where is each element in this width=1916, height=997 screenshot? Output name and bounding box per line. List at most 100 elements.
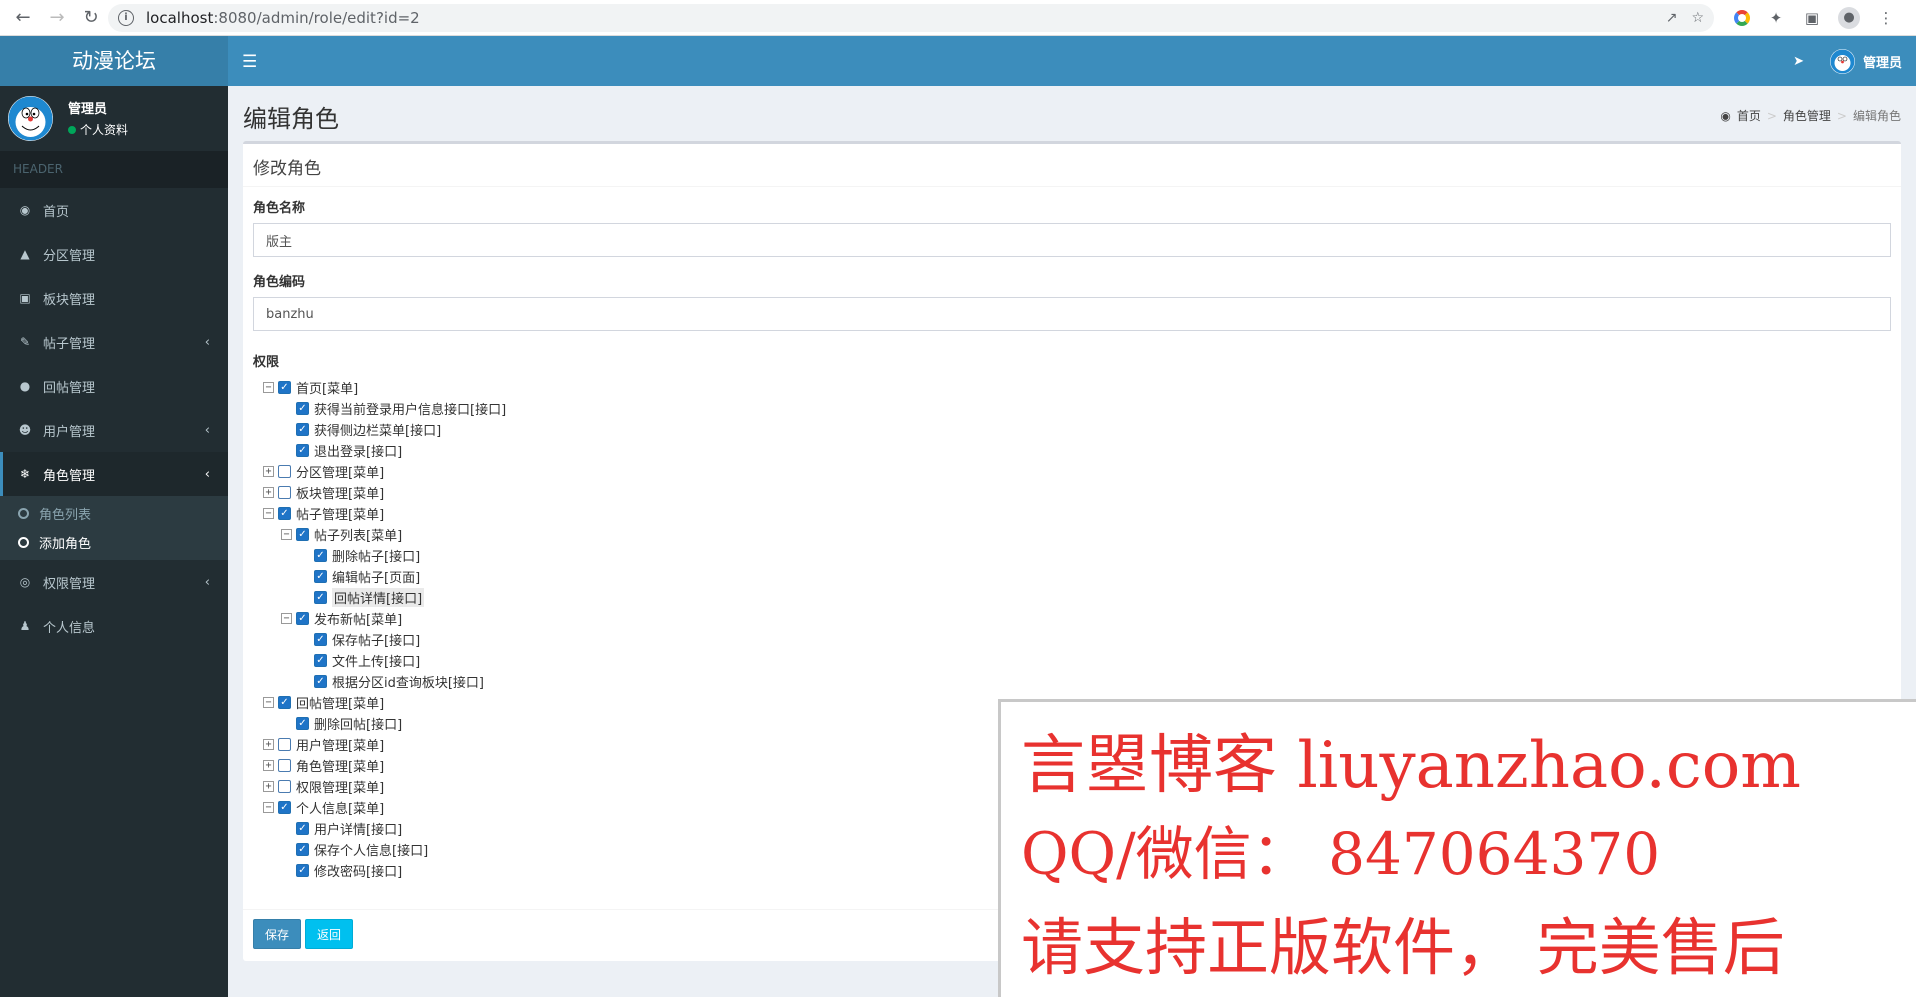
save-button[interactable]: 保存 bbox=[253, 919, 302, 949]
tree-node[interactable]: ✓ 获得当前登录用户信息接口[接口] bbox=[263, 398, 1891, 419]
checkbox-checked-icon[interactable]: ✓ bbox=[278, 801, 291, 814]
tree-node-label[interactable]: 权限管理[菜单] bbox=[296, 777, 384, 796]
checkbox-checked-icon[interactable]: ✓ bbox=[296, 843, 309, 856]
tree-node-label[interactable]: 帖子列表[菜单] bbox=[314, 525, 402, 544]
back-icon[interactable]: ← bbox=[12, 7, 34, 29]
user-profile-link[interactable]: 个人资料 bbox=[68, 121, 128, 138]
tree-node-label[interactable]: 帖子管理[菜单] bbox=[296, 504, 384, 523]
expand-icon[interactable]: + bbox=[263, 466, 274, 477]
checkbox-unchecked-icon[interactable] bbox=[278, 486, 291, 499]
tree-node-label[interactable]: 删除帖子[接口] bbox=[332, 546, 420, 565]
breadcrumb-home[interactable]: 首页 bbox=[1737, 107, 1761, 124]
sidebar-item-profile[interactable]: ♟ 个人信息 bbox=[0, 604, 228, 648]
checkbox-checked-icon[interactable]: ✓ bbox=[314, 633, 327, 646]
sidepanel-icon[interactable]: ▣ bbox=[1802, 8, 1822, 28]
checkbox-checked-icon[interactable]: ✓ bbox=[314, 549, 327, 562]
forward-icon[interactable]: → bbox=[46, 7, 68, 29]
checkbox-checked-icon[interactable]: ✓ bbox=[314, 675, 327, 688]
checkbox-checked-icon[interactable]: ✓ bbox=[296, 402, 309, 415]
reload-icon[interactable]: ↻ bbox=[80, 7, 102, 29]
tree-node-label[interactable]: 回帖管理[菜单] bbox=[296, 693, 384, 712]
sidebar-subitem-role-list[interactable]: 角色列表 bbox=[0, 499, 228, 528]
tree-node[interactable]: ✓ 文件上传[接口] bbox=[263, 650, 1891, 671]
share-icon[interactable]: ↗ bbox=[1666, 10, 1678, 26]
checkbox-unchecked-icon[interactable] bbox=[278, 759, 291, 772]
tree-node-label[interactable]: 根据分区id查询板块[接口] bbox=[332, 672, 484, 691]
tree-node-label[interactable]: 个人信息[菜单] bbox=[296, 798, 384, 817]
tree-node[interactable]: − ✓ 帖子管理[菜单] bbox=[263, 503, 1891, 524]
profile-avatar-icon[interactable]: ● bbox=[1838, 7, 1860, 29]
sidebar-item-boards[interactable]: ▣ 板块管理 bbox=[0, 276, 228, 320]
checkbox-checked-icon[interactable]: ✓ bbox=[314, 570, 327, 583]
tree-node[interactable]: ✓ 根据分区id查询板块[接口] bbox=[263, 671, 1891, 692]
checkbox-checked-icon[interactable]: ✓ bbox=[278, 507, 291, 520]
tree-node[interactable]: ✓ 保存帖子[接口] bbox=[263, 629, 1891, 650]
sidebar-item-home[interactable]: ◉ 首页 bbox=[0, 188, 228, 232]
tree-node-label[interactable]: 保存帖子[接口] bbox=[332, 630, 420, 649]
checkbox-unchecked-icon[interactable] bbox=[278, 738, 291, 751]
checkbox-checked-icon[interactable]: ✓ bbox=[296, 717, 309, 730]
tree-node-label[interactable]: 用户详情[接口] bbox=[314, 819, 402, 838]
expand-icon[interactable]: + bbox=[263, 781, 274, 792]
tree-node-label[interactable]: 文件上传[接口] bbox=[332, 651, 420, 670]
checkbox-checked-icon[interactable]: ✓ bbox=[314, 654, 327, 667]
expand-icon[interactable]: + bbox=[263, 760, 274, 771]
tree-node-label[interactable]: 获得当前登录用户信息接口[接口] bbox=[314, 399, 506, 418]
checkbox-checked-icon[interactable]: ✓ bbox=[296, 423, 309, 436]
address-bar[interactable]: i localhost:8080/admin/role/edit?id=2 ↗ … bbox=[108, 4, 1714, 32]
checkbox-checked-icon[interactable]: ✓ bbox=[278, 696, 291, 709]
checkbox-unchecked-icon[interactable] bbox=[278, 465, 291, 478]
info-icon[interactable]: i bbox=[118, 10, 134, 26]
checkbox-checked-icon[interactable]: ✓ bbox=[296, 822, 309, 835]
sidebar-item-posts[interactable]: ✎ 帖子管理 ‹ bbox=[0, 320, 228, 364]
tree-node[interactable]: + 板块管理[菜单] bbox=[263, 482, 1891, 503]
tree-node[interactable]: − ✓ 发布新帖[菜单] bbox=[263, 608, 1891, 629]
tree-node[interactable]: − ✓ 首页[菜单] bbox=[263, 377, 1891, 398]
sidebar-subitem-add-role[interactable]: 添加角色 bbox=[0, 528, 228, 557]
role-name-input[interactable] bbox=[253, 223, 1891, 257]
kebab-menu-icon[interactable]: ⋮ bbox=[1876, 8, 1896, 28]
checkbox-checked-icon[interactable]: ✓ bbox=[296, 612, 309, 625]
tree-node-label[interactable]: 删除回帖[接口] bbox=[314, 714, 402, 733]
tree-node-label[interactable]: 用户管理[菜单] bbox=[296, 735, 384, 754]
tree-node-label[interactable]: 保存个人信息[接口] bbox=[314, 840, 428, 859]
tree-node[interactable]: ✓ 编辑帖子[页面] bbox=[263, 566, 1891, 587]
tree-node[interactable]: ✓ 回帖详情[接口] bbox=[263, 587, 1891, 608]
tree-node-label[interactable]: 修改密码[接口] bbox=[314, 861, 402, 880]
sidebar-item-users[interactable]: ☻ 用户管理 ‹ bbox=[0, 408, 228, 452]
app-logo[interactable]: 动漫论坛 bbox=[0, 36, 228, 86]
expand-icon[interactable]: + bbox=[263, 487, 274, 498]
tree-node-label[interactable]: 编辑帖子[页面] bbox=[332, 567, 420, 586]
checkbox-checked-icon[interactable]: ✓ bbox=[296, 444, 309, 457]
tree-node[interactable]: ✓ 退出登录[接口] bbox=[263, 440, 1891, 461]
menu-toggle-icon[interactable]: ☰ bbox=[242, 52, 257, 72]
extension-chrome-icon[interactable] bbox=[1734, 10, 1750, 26]
tree-node-label[interactable]: 首页[菜单] bbox=[296, 378, 358, 397]
tree-node[interactable]: ✓ 获得侧边栏菜单[接口] bbox=[263, 419, 1891, 440]
role-code-input[interactable] bbox=[253, 297, 1891, 331]
tree-node[interactable]: − ✓ 帖子列表[菜单] bbox=[263, 524, 1891, 545]
collapse-icon[interactable]: − bbox=[263, 382, 274, 393]
tree-node[interactable]: ✓ 删除帖子[接口] bbox=[263, 545, 1891, 566]
tree-node-label[interactable]: 角色管理[菜单] bbox=[296, 756, 384, 775]
collapse-icon[interactable]: − bbox=[263, 802, 274, 813]
tree-node-label[interactable]: 获得侧边栏菜单[接口] bbox=[314, 420, 441, 439]
tree-node-label[interactable]: 板块管理[菜单] bbox=[296, 483, 384, 502]
tree-node-label[interactable]: 退出登录[接口] bbox=[314, 441, 402, 460]
checkbox-checked-icon[interactable]: ✓ bbox=[278, 381, 291, 394]
sidebar-item-areas[interactable]: ▲ 分区管理 bbox=[0, 232, 228, 276]
tree-node-label[interactable]: 发布新帖[菜单] bbox=[314, 609, 402, 628]
back-button[interactable]: 返回 bbox=[305, 919, 354, 949]
collapse-icon[interactable]: − bbox=[281, 613, 292, 624]
expand-icon[interactable]: + bbox=[263, 739, 274, 750]
collapse-icon[interactable]: − bbox=[263, 508, 274, 519]
location-arrow-icon[interactable]: ➤ bbox=[1793, 54, 1804, 69]
checkbox-unchecked-icon[interactable] bbox=[278, 780, 291, 793]
sidebar-item-roles[interactable]: ❄ 角色管理 ‹ bbox=[0, 452, 228, 496]
checkbox-checked-icon[interactable]: ✓ bbox=[296, 864, 309, 877]
checkbox-checked-icon[interactable]: ✓ bbox=[296, 528, 309, 541]
collapse-icon[interactable]: − bbox=[263, 697, 274, 708]
tree-node-label[interactable]: 回帖详情[接口] bbox=[332, 588, 425, 607]
checkbox-checked-icon[interactable]: ✓ bbox=[314, 591, 327, 604]
bookmark-star-icon[interactable]: ☆ bbox=[1691, 10, 1704, 26]
